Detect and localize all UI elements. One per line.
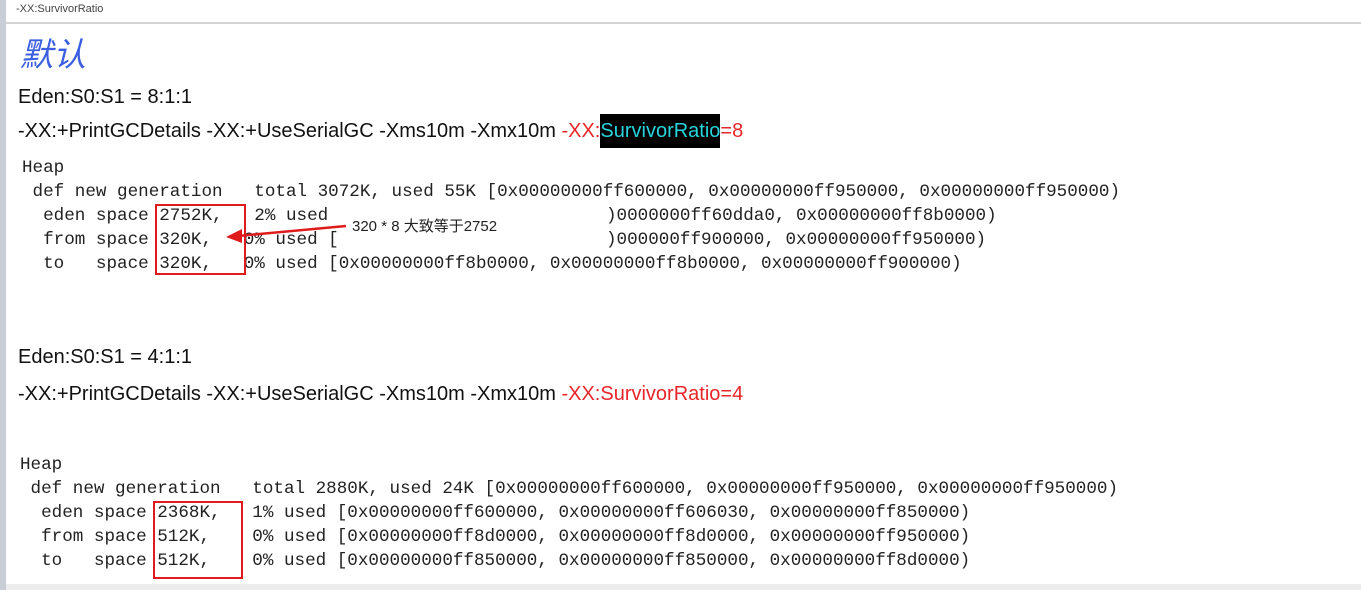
ratio-label-2: Eden:S0:S1 = 4:1:1 <box>18 346 193 368</box>
def-new-gen-line-2: def new generation total 2880K, used 24K… <box>20 479 1119 499</box>
horizontal-scrollbar[interactable] <box>6 584 1361 590</box>
heap-label-2: Heap <box>20 455 63 475</box>
jvm-command-2: -XX:+PrintGCDetails -XX:+UseSerialGC -Xm… <box>18 383 743 406</box>
cmd-prefix: -XX:+PrintGCDetails -XX:+UseSerialGC -Xm… <box>18 383 562 405</box>
cmd-flag: -XX:SurvivorRatio=4 <box>561 383 744 405</box>
highlight-box-2 <box>153 501 243 579</box>
